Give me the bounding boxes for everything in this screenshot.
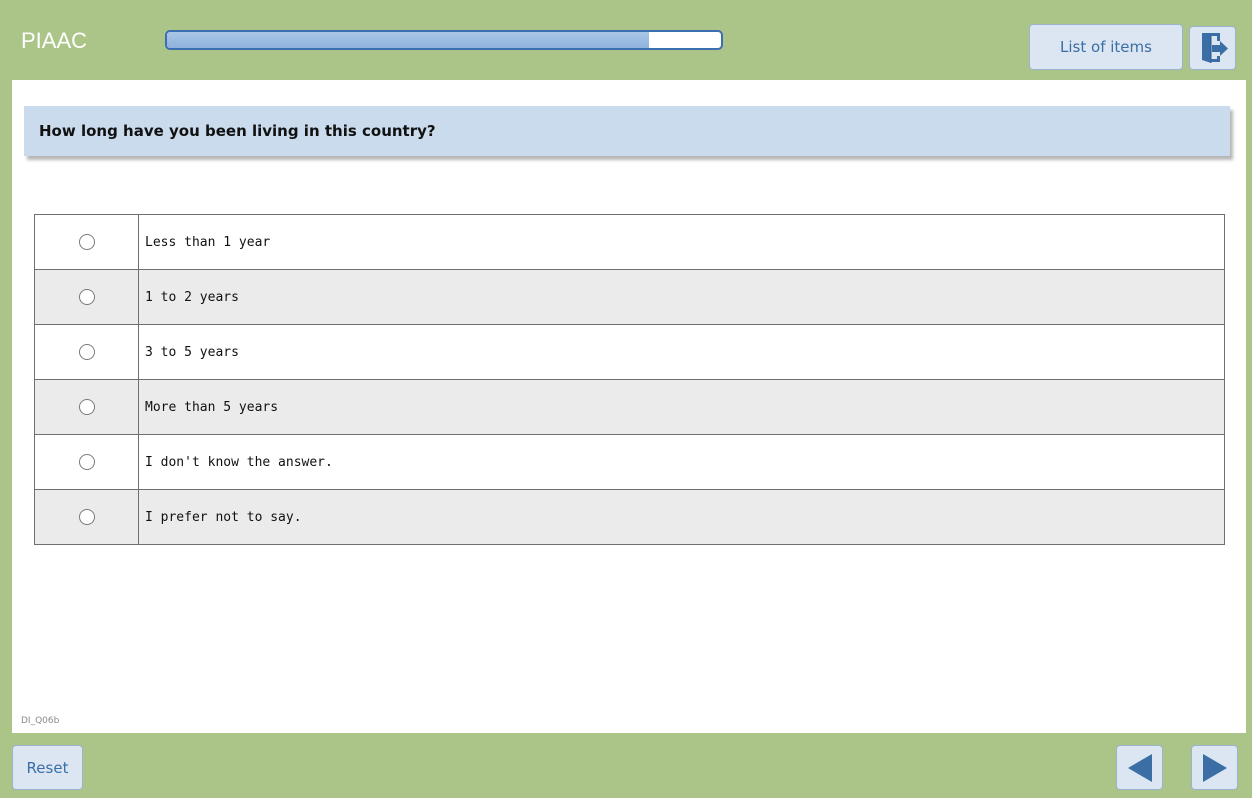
item-code: DI_Q06b — [21, 716, 60, 726]
radio-button[interactable] — [78, 509, 95, 525]
radio-button[interactable] — [78, 454, 95, 470]
answer-option-row[interactable]: Less than 1 year — [34, 214, 1225, 270]
reset-button[interactable]: Reset — [12, 745, 83, 790]
exit-button[interactable] — [1189, 26, 1236, 70]
app-frame: PIAAC List of items How long have you be… — [0, 0, 1252, 798]
answer-option-label[interactable]: 1 to 2 years — [138, 269, 1225, 325]
reset-label: Reset — [26, 758, 69, 777]
answer-option-label[interactable]: More than 5 years — [138, 379, 1225, 435]
answer-option-label[interactable]: I prefer not to say. — [138, 489, 1225, 545]
radio-cell[interactable] — [34, 434, 139, 490]
answer-option-label[interactable]: 3 to 5 years — [138, 324, 1225, 380]
answer-option-row[interactable]: I don't know the answer. — [34, 434, 1225, 490]
radio-button[interactable] — [78, 234, 95, 250]
answer-option-label[interactable]: Less than 1 year — [138, 214, 1225, 270]
radio-button[interactable] — [78, 344, 95, 360]
radio-button[interactable] — [78, 399, 95, 415]
question-text: How long have you been living in this co… — [24, 106, 1230, 156]
arrow-right-icon — [1202, 753, 1227, 782]
answer-option-row[interactable]: More than 5 years — [34, 379, 1225, 435]
progress-bar — [165, 30, 723, 50]
radio-cell[interactable] — [34, 324, 139, 380]
content-panel: How long have you been living in this co… — [12, 80, 1246, 733]
app-title: PIAAC — [21, 28, 88, 53]
radio-cell[interactable] — [34, 489, 139, 545]
radio-cell[interactable] — [34, 269, 139, 325]
next-button[interactable] — [1191, 745, 1238, 790]
arrow-left-icon — [1127, 753, 1152, 782]
radio-button[interactable] — [78, 289, 95, 305]
answer-option-label[interactable]: I don't know the answer. — [138, 434, 1225, 490]
answer-option-row[interactable]: I prefer not to say. — [34, 489, 1225, 545]
previous-button[interactable] — [1116, 745, 1163, 790]
answer-option-row[interactable]: 1 to 2 years — [34, 269, 1225, 325]
answer-option-row[interactable]: 3 to 5 years — [34, 324, 1225, 380]
answer-options-table: Less than 1 year 1 to 2 years 3 to 5 yea… — [34, 214, 1225, 545]
radio-cell[interactable] — [34, 379, 139, 435]
list-of-items-label: List of items — [1060, 38, 1152, 56]
exit-door-icon — [1201, 33, 1228, 63]
header-bar: PIAAC List of items — [0, 0, 1252, 80]
radio-cell[interactable] — [34, 214, 139, 270]
progress-fill — [167, 32, 649, 48]
list-of-items-button[interactable]: List of items — [1029, 24, 1183, 70]
